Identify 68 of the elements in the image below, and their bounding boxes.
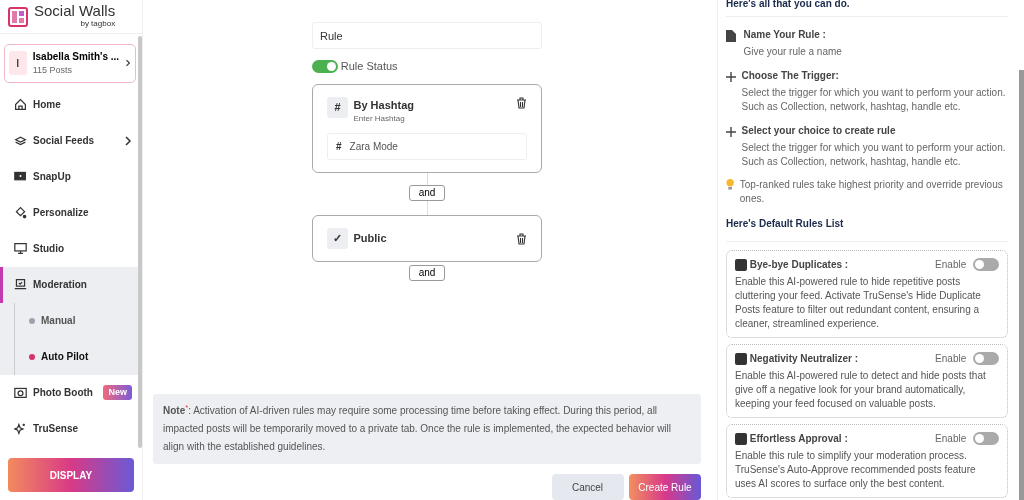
step-title: Choose The Trigger: [741,69,840,83]
laptop-icon [14,278,27,291]
camera-icon [14,386,27,399]
and-connector[interactable]: and [408,265,446,281]
rule-title: Effortless Approval : [749,432,849,446]
enable-label: Enable [935,257,967,272]
trash-icon[interactable] [516,96,527,109]
toggle-switch[interactable] [973,258,999,271]
layers-icon [14,134,27,147]
sparkle-icon [14,422,27,435]
display-button[interactable]: DISPLAY [8,458,134,492]
scrollbar[interactable] [1019,70,1024,500]
brand-byline: by tagbox [79,18,116,30]
note-text: Note$^{*}$: Activation of AI-driven rules may require some processing time before taking effect. During this period, all impacted posts will be temporarily moved to a private tab. Once the rule is implemented, the expected behavior will align with the established guidelines. [153,394,701,464]
step-description: Select the trigger for which you want to perform your action. Such as Collection, network, hashtag, handle etc. [741,86,1007,114]
avatar: I [9,51,27,76]
photo-icon [14,170,27,183]
lightbulb-icon [726,178,735,191]
trigger-subtitle: Enter Hashtag [353,113,406,125]
rule-title: Negativity Neutralizer : [749,352,860,366]
nav-item[interactable]: Home [0,86,142,123]
rule-description: Enable this AI-powered rule to hide repetitive posts cluttering your feed. Activate TruSense's Hide Duplicate Posts feature to filter out redundant content, ensuring a cleaner, streamlined experience. [735,275,982,331]
step-title: Name Your Rule : [743,28,827,42]
trash-icon[interactable] [516,232,527,245]
nav-item[interactable]: Personalize [0,194,142,231]
monitor-icon [14,242,27,255]
paint-bucket-icon [14,206,27,219]
cancel-button[interactable]: Cancel [551,474,624,500]
rule-description: Enable this AI-powered rule to detect and hide posts that give off a negative look for your brand automatically, keeping your feed focused on valuable posts. [735,369,987,411]
new-badge: New [103,384,132,401]
action-title: Public [353,231,388,247]
help-heading: Here's all that you can do. [726,0,1008,17]
scrollbar[interactable] [138,36,142,448]
step-description: Give your rule a name [743,45,842,59]
tip-text: Top-ranked rules take highest priority and override previous ones. [739,178,1004,206]
rule-description: Enable this rule to simplify your moderation process. TruSense's Auto-Approve recommended posts feature uses AI scores to surface only the best content. [735,449,977,491]
post-count: 115 Posts [32,64,74,77]
toggle-switch[interactable] [973,352,999,365]
toggle-switch[interactable] [312,59,338,73]
home-icon [14,98,27,111]
brand-name: Social Walls [34,3,116,18]
check-icon: ✓ [327,228,348,249]
and-connector[interactable]: and [408,185,446,201]
rule-title: Bye-bye Duplicates : [749,258,850,272]
enable-label: Enable [935,351,967,366]
hashtag-icon: # [327,96,348,118]
step-title: Select your choice to create rule [741,124,897,138]
chevron-right-icon [125,58,131,69]
plus-icon [726,127,736,138]
enable-label: Enable [935,431,967,446]
hashtag-icon: # [336,139,342,154]
nav-item[interactable]: Studio [0,230,142,267]
hashtag-value: Zara Mode [349,140,398,154]
document-icon [726,30,736,43]
create-rule-button[interactable]: Create Rule [629,474,701,500]
toggle-switch[interactable] [973,432,999,445]
rule-name-input[interactable]: Rule [312,22,542,49]
rule-status-label: Rule Status [340,59,398,74]
trigger-title: By Hashtag [353,97,416,113]
nav-item[interactable]: TruSense [0,410,142,447]
logo-icon [8,6,28,27]
account-selector[interactable]: I Isabella Smith's ... 115 Posts [4,44,136,83]
nav-item[interactable]: Social Feeds [0,122,142,159]
step-description: Select the trigger for which you want to perform your action. Such as Collection, network, hashtag, handle etc. [741,141,1007,169]
defaults-heading: Here's Default Rules List [726,216,1008,242]
plus-icon [726,72,736,83]
hashtag-field[interactable]: # Zara Mode [327,133,527,160]
account-name: Isabella Smith's ... [32,50,120,64]
